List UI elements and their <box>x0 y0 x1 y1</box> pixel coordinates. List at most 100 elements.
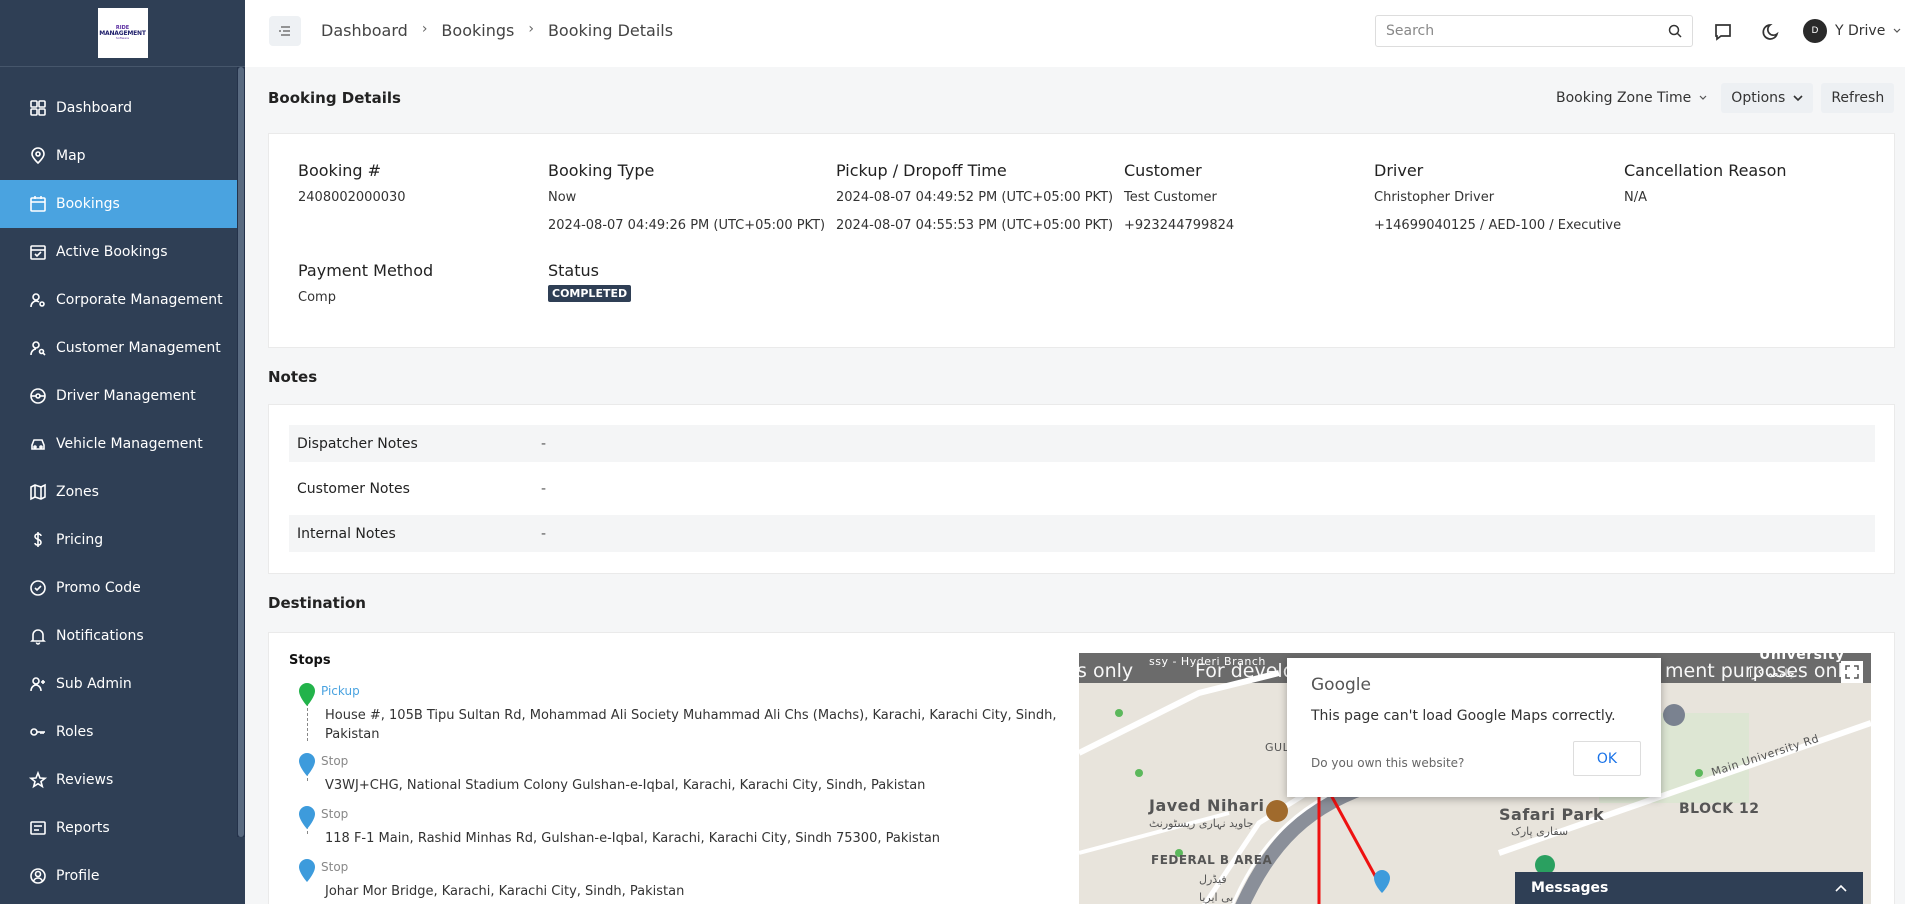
chevron-up-icon[interactable] <box>1835 884 1847 892</box>
car-icon <box>28 434 48 454</box>
calendar-check-icon <box>28 242 48 262</box>
sidebar-item-map[interactable]: Map <box>0 132 245 180</box>
sidebar-item-active-bookings[interactable]: Active Bookings <box>0 228 245 276</box>
booking-number-block: Booking # 2408002000030 <box>298 161 406 206</box>
map-pin-icon <box>299 806 315 829</box>
cancellation-label: Cancellation Reason <box>1624 161 1787 180</box>
sidebar-item-reviews[interactable]: Reviews <box>0 756 245 804</box>
sidebar-item-notifications[interactable]: Notifications <box>0 612 245 660</box>
menu-toggle-button[interactable] <box>269 16 301 46</box>
user-plus-icon <box>28 674 48 694</box>
stop-address: House #, 105B Tipu Sultan Rd, Mohammad A… <box>325 708 1057 742</box>
stop-kind: Stop <box>321 754 349 768</box>
bell-icon <box>28 626 48 646</box>
messages-bar[interactable]: Messages <box>1515 872 1863 904</box>
sidebar-item-vehicle-management[interactable]: Vehicle Management <box>0 420 245 468</box>
status-badge: COMPLETED <box>548 285 632 302</box>
calendar-icon <box>28 194 48 214</box>
messages-label: Messages <box>1531 880 1609 896</box>
sidebar-item-label: Reviews <box>56 772 114 788</box>
booking-number-label: Booking # <box>298 161 382 180</box>
customer-name[interactable]: Test Customer <box>1124 190 1234 206</box>
options-button[interactable]: Options <box>1721 83 1814 113</box>
dropoff-time-value: 2024-08-07 04:55:53 PM (UTC+05:00 PKT) <box>836 218 1114 233</box>
fullscreen-button[interactable] <box>1841 661 1863 683</box>
sidebar-item-sub-admin[interactable]: Sub Admin <box>0 660 245 708</box>
map-own-website-link[interactable]: Do you own this website? <box>1311 756 1464 770</box>
pickup-dropoff-block: Pickup / Dropoff Time 2024-08-07 04:49:5… <box>836 161 1113 234</box>
status-label: Status <box>548 261 599 280</box>
stop-address: Johar Mor Bridge, Karachi, Karachi City,… <box>325 884 685 899</box>
booking-type-time: 2024-08-07 04:49:26 PM (UTC+05:00 PKT) <box>548 218 826 233</box>
scrollbar-thumb[interactable] <box>238 67 244 837</box>
search-input[interactable] <box>1386 23 1668 39</box>
page-title: Booking Details <box>268 89 401 107</box>
stop-kind: Pickup <box>321 684 360 698</box>
driver-info: +14699040125 / AED-100 / Executive <box>1374 218 1622 233</box>
sidebar-item-label: Bookings <box>56 196 120 212</box>
report-icon <box>28 818 48 838</box>
search-icon[interactable] <box>1668 24 1682 38</box>
sidebar-scrollbar[interactable] <box>237 67 245 837</box>
note-label: Customer Notes <box>297 480 410 497</box>
cancellation-block: Cancellation Reason N/A <box>1624 161 1787 206</box>
cancellation-value: N/A <box>1624 190 1647 205</box>
chevron-down-icon <box>1793 94 1803 101</box>
sidebar-item-pricing[interactable]: Pricing <box>0 516 245 564</box>
dollar-icon <box>28 530 48 550</box>
booking-type-label: Booking Type <box>548 161 655 180</box>
hamburger-icon <box>279 26 290 36</box>
user-gear-icon <box>28 290 48 310</box>
chat-icon[interactable] <box>1711 20 1735 44</box>
stop-address: V3WJ+CHG, National Stadium Colony Gulsha… <box>325 778 926 793</box>
map-label: سفاری پارک <box>1511 825 1569 838</box>
map-error-dialog: Google This page can't load Google Maps … <box>1287 658 1661 797</box>
notes-card: Dispatcher Notes - Customer Notes - Inte… <box>268 404 1895 574</box>
avatar: D <box>1803 19 1827 43</box>
sidebar-item-promo-code[interactable]: Promo Code <box>0 564 245 612</box>
sidebar-item-zones[interactable]: Zones <box>0 468 245 516</box>
map-ok-button[interactable]: OK <box>1573 741 1641 776</box>
app-logo[interactable]: RIDE MANAGEMENT Software <box>97 8 148 58</box>
note-row: Customer Notes - <box>289 470 1875 507</box>
note-value: - <box>541 525 547 542</box>
sidebar-item-driver-management[interactable]: Driver Management <box>0 372 245 420</box>
map-label: University <box>1759 653 1845 663</box>
driver-name[interactable]: Christopher Driver <box>1374 190 1621 206</box>
sidebar: RIDE MANAGEMENT Software Dashboard Map Boo… <box>0 0 245 904</box>
options-label: Options <box>1731 90 1786 106</box>
customer-label: Customer <box>1124 161 1202 180</box>
topbar: Dashboard › Bookings › Booking Details D… <box>245 0 1905 67</box>
breadcrumb-separator: › <box>421 21 428 37</box>
moon-icon[interactable] <box>1760 20 1784 44</box>
note-value: - <box>541 435 547 452</box>
status-block: Status COMPLETED <box>548 261 632 302</box>
map-label: جامعہ کرا <box>1749 667 1795 680</box>
route-map[interactable]: s only For develo ment purposes only ssy… <box>1079 653 1871 904</box>
map-label: ssy - Hyderi Branch <box>1149 655 1266 668</box>
map-label: بی ایریا <box>1199 891 1234 904</box>
customer-block: Customer Test Customer +923244799824 <box>1124 161 1234 234</box>
sidebar-item-customer-management[interactable]: Customer Management <box>0 324 245 372</box>
sidebar-item-label: Roles <box>56 724 94 740</box>
booking-number-value: 2408002000030 <box>298 190 406 205</box>
sidebar-item-bookings[interactable]: Bookings <box>0 180 245 228</box>
chevron-down-icon <box>1699 95 1707 100</box>
sidebar-item-label: Sub Admin <box>56 676 132 692</box>
user-menu[interactable]: D Y Drive <box>1803 19 1901 43</box>
star-icon <box>28 770 48 790</box>
refresh-button[interactable]: Refresh <box>1821 83 1895 113</box>
sidebar-item-reports[interactable]: Reports <box>0 804 245 852</box>
sidebar-item-dashboard[interactable]: Dashboard <box>0 84 245 132</box>
sidebar-item-profile[interactable]: Profile <box>0 852 245 900</box>
google-brand: Google <box>1311 675 1371 695</box>
sidebar-item-roles[interactable]: Roles <box>0 708 245 756</box>
breadcrumb-bookings[interactable]: Bookings <box>441 21 514 40</box>
booking-zone-time-dropdown[interactable]: Booking Zone Time <box>1546 83 1717 113</box>
map-pin-icon <box>299 753 315 776</box>
logo-text: Software <box>115 36 130 40</box>
breadcrumb-dashboard[interactable]: Dashboard <box>321 21 408 40</box>
search-box <box>1375 15 1693 47</box>
sidebar-item-corporate-management[interactable]: Corporate Management <box>0 276 245 324</box>
breadcrumb-booking-details: Booking Details <box>547 21 674 40</box>
